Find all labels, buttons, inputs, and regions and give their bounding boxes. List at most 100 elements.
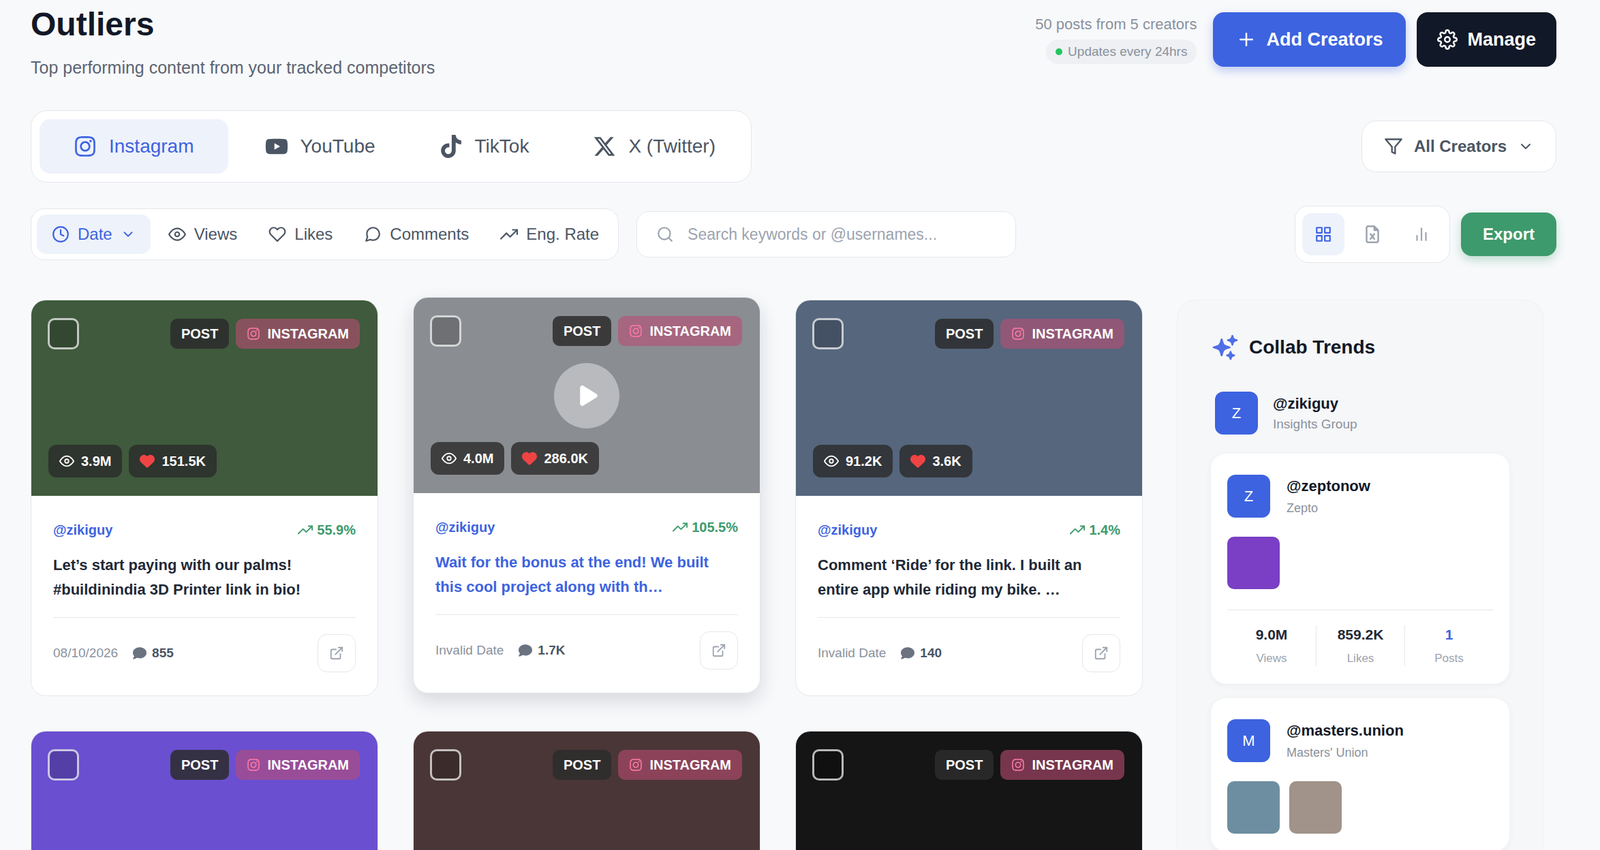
stat-label: Views [1255,651,1287,667]
summary-block: 50 posts from 5 creatorsUpdates every 24… [1035,14,1197,65]
open-link-button[interactable] [1082,634,1121,673]
eng-rate: 1.4% [1069,520,1121,540]
open-link-button[interactable] [317,634,356,673]
collab-handle[interactable]: @zeptonow [1286,477,1371,497]
external-link-icon [711,643,727,659]
comments-icon [363,225,382,244]
type-badge: POST [170,750,229,781]
view-mode-button[interactable] [1351,213,1394,256]
add-creators-button[interactable]: Add Creators [1212,12,1406,67]
sort-option[interactable]: Comments [350,214,483,255]
open-link-button[interactable] [699,631,738,670]
collab-header: Z@zeptonowZepto [1227,474,1494,518]
views-icon [168,225,187,244]
collab-names: @masters.unionMasters' Union [1286,721,1404,762]
platform-tabs: InstagramYouTubeTikTokX (Twitter) [30,110,752,183]
creator-avatar: Z [1214,391,1258,435]
platform-row: InstagramYouTubeTikTokX (Twitter) All Cre… [30,110,1557,183]
platform-tab[interactable]: X (Twitter) [565,119,743,174]
select-checkbox[interactable] [429,749,462,781]
post-handle[interactable]: @zikiguy [817,520,878,540]
sheet-icon [1363,225,1382,244]
collab-stats: 9.0MViews859.2KLikes1Posts [1227,609,1494,667]
post-card[interactable]: POSTINSTAGRAM3.9M151.5K @zikiguy 55.9% Let’… [30,299,379,697]
post-card[interactable]: POSTINSTAGRAM [30,731,379,850]
collab-stat: 9.0MViews [1227,625,1316,667]
post-title[interactable]: Wait for the bonus at the end! We built … [435,550,738,600]
badge-group: POSTINSTAGRAM [934,318,1125,349]
manage-button[interactable]: Manage [1416,12,1557,67]
sort-option[interactable]: Likes [254,214,347,255]
post-date: 08/10/2026 [53,643,118,664]
post-footer: Invalid Date140 [817,618,1121,673]
eye-icon [441,451,457,467]
view-mode-button[interactable] [1302,213,1345,256]
search-icon [656,225,674,244]
instagram-icon [1011,327,1025,341]
collab-thumbnail[interactable] [1289,781,1342,835]
panel-title-row: Collab Trends [1210,333,1510,362]
export-button[interactable]: Export [1460,212,1557,257]
collab-card[interactable]: M @masters.unionMasters' Union [1210,698,1510,850]
post-footer: Invalid Date 1.7K [435,615,738,670]
post-handle[interactable]: @zikiguy [53,520,113,540]
post-card[interactable]: POSTINSTAGRAM91.2K3.6K@zikiguy1.4%Commen… [795,299,1143,697]
type-badge: POST [552,750,612,781]
platform-tab[interactable]: Instagram [39,119,229,174]
post-title[interactable]: Let’s start paying with our palms! #buil… [53,553,356,603]
collab-thumbnail[interactable] [1227,536,1280,590]
post-card[interactable]: POSTINSTAGRAM [412,731,761,850]
search-placeholder: Search keywords or @usernames... [687,222,937,247]
chevron-down-icon [1517,138,1534,155]
comments-count: 1.7K [518,641,565,661]
post-thumbnail: POSTINSTAGRAM [31,731,378,850]
instagram-icon [246,327,261,341]
stat-label: Likes [1347,651,1375,667]
footer-info: Invalid Date 1.7K [435,641,565,661]
post-thumbnail: POSTINSTAGRAM3.9M151.5K [31,300,378,497]
select-checkbox[interactable] [429,315,462,347]
external-link-icon [1093,645,1109,661]
platform-tab[interactable]: YouTube [237,119,403,174]
sort-option[interactable]: Views [154,214,252,255]
search-field[interactable]: Search keywords or @usernames... [636,211,1017,258]
select-checkbox[interactable] [812,749,844,781]
collab-card[interactable]: Z@zeptonowZepto9.0MViews859.2KLikes1Post… [1210,453,1510,685]
post-card[interactable]: POSTINSTAGRAM4.0M286.0K@zikiguy105.5%Wai… [412,297,761,694]
post-card[interactable]: POSTINSTAGRAM [795,731,1143,850]
post-handle[interactable]: @zikiguy [435,517,495,537]
select-checkbox[interactable] [47,318,80,350]
creator-filter[interactable]: All Creators [1361,120,1557,173]
collab-thumbnail[interactable] [1227,781,1280,835]
post-body: @zikiguy 105.5% Wait for the bonus at the … [413,493,760,694]
heart-icon [139,453,155,469]
creator-row[interactable]: Z@zikiguyInsights Group [1210,391,1510,435]
stat-value: 1 [1445,625,1454,645]
eng-rate: 55.9% [297,520,356,540]
update-status: Updates every 24hrs [1045,39,1197,65]
select-checkbox[interactable] [47,749,80,781]
type-badge: POST [552,316,612,347]
play-button[interactable] [554,363,620,429]
collab-stat: 1 Posts [1404,625,1494,667]
platform-tab[interactable]: TikTok [412,119,557,174]
likes-pill: 151.5K [128,444,217,478]
collab-handle[interactable]: @masters.union [1286,721,1404,741]
post-body: @zikiguy 1.4% Comment ‘Ride’ for the link.… [795,496,1143,696]
sort-option[interactable]: Eng. Rate [486,214,613,255]
comment-icon [132,646,147,661]
post-title[interactable]: Comment ‘Ride’ for the link. I built an … [817,553,1121,603]
collab-trends-panel: Collab TrendsZ@zikiguyInsights GroupZ@ze… [1176,299,1544,850]
post-date: Invalid Date [435,641,504,661]
badge-group: POSTINSTAGRAM [170,750,360,781]
trending-up-icon [1069,522,1085,538]
eng-icon [500,225,518,244]
eng-rate: 105.5% [672,517,738,537]
stat-label: Posts [1434,651,1464,667]
view-mode-button[interactable] [1400,213,1443,256]
plus-icon [1236,29,1257,50]
sort-option[interactable]: Date [36,214,151,255]
collab-avatar: M [1227,719,1271,763]
select-checkbox[interactable] [812,318,844,350]
collab-thumbnails [1227,536,1494,590]
